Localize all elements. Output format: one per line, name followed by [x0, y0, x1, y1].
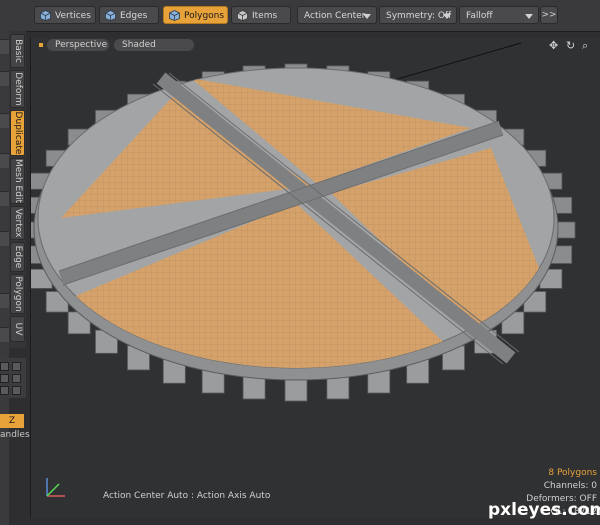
falloff-label: Falloff	[466, 11, 493, 21]
polygons-label: Polygons	[184, 11, 225, 21]
viewport-menu-dot[interactable]	[39, 43, 43, 47]
cube-icon	[169, 10, 180, 21]
vertices-label: Vertices	[55, 11, 91, 21]
panel-tool-slot[interactable]	[0, 71, 9, 86]
rotate-view-icon[interactable]: ↻	[566, 39, 575, 52]
tab-deform[interactable]: Deform	[10, 70, 25, 108]
property-toggle[interactable]	[12, 386, 21, 395]
edges-label: Edges	[120, 11, 148, 21]
viewport-header: Perspective Shaded ✥ ↻ ⌕	[31, 38, 600, 52]
panel-tool-slot[interactable]	[0, 231, 9, 246]
symmetry-label: Symmetry: Off	[386, 11, 452, 21]
action-center-status: Action Center Auto : Action Axis Auto	[103, 491, 271, 501]
tab-edge[interactable]: Edge	[10, 242, 25, 272]
tool-properties-panel	[0, 358, 26, 398]
action-center-dropdown[interactable]: Action Center	[297, 6, 377, 24]
chevron-down-icon	[525, 14, 533, 19]
panel-tool-slot[interactable]	[0, 293, 9, 308]
top-toolbar: Vertices Edges Polygons Items Action Cen…	[0, 0, 600, 32]
panel-tool-slot[interactable]	[0, 153, 9, 168]
axis-gizmo-icon	[46, 478, 65, 497]
tab-basic[interactable]: Basic	[10, 34, 25, 68]
items-label: Items	[252, 11, 278, 21]
perspective-view-button[interactable]: Perspective	[47, 39, 109, 51]
property-toggle[interactable]	[0, 374, 9, 383]
mesh-scene[interactable]	[31, 38, 600, 518]
channels-info: Channels: 0	[543, 481, 597, 491]
symmetry-dropdown[interactable]: Symmetry: Off	[379, 6, 457, 24]
panel-tool-slot[interactable]	[0, 191, 9, 206]
cube-icon	[105, 10, 116, 21]
tab-mesh-edit[interactable]: Mesh Edit	[10, 158, 25, 204]
tab-polygon[interactable]: Polygon	[10, 274, 25, 314]
cube-icon	[237, 10, 248, 21]
property-toggle[interactable]	[0, 386, 9, 395]
tab-duplicate[interactable]: Duplicate	[10, 110, 25, 156]
property-toggle[interactable]	[0, 362, 9, 371]
shading-mode-button[interactable]: Shaded	[114, 39, 194, 51]
property-toggle[interactable]	[12, 362, 21, 371]
zoom-view-icon[interactable]: ⌕	[582, 39, 588, 53]
cube-icon	[40, 10, 51, 21]
side-tab-strip: Basic Deform Duplicate Mesh Edit Vertex …	[9, 31, 26, 348]
move-view-icon[interactable]: ✥	[549, 39, 558, 52]
action-center-label: Action Center	[304, 11, 366, 21]
property-toggle[interactable]	[12, 374, 21, 383]
watermark: pxleyes.com	[488, 500, 600, 520]
handles-label: andles	[0, 430, 30, 440]
edges-mode-button[interactable]: Edges	[99, 6, 159, 24]
panel-tool-slot[interactable]	[0, 327, 9, 342]
chevron-down-icon	[443, 14, 451, 19]
panel-tool-slot[interactable]	[0, 113, 9, 128]
polygons-mode-button[interactable]: Polygons	[163, 6, 228, 24]
tab-uv[interactable]: UV	[10, 316, 25, 342]
more-tools-button[interactable]: >>	[540, 6, 558, 24]
left-tool-panel	[0, 31, 9, 525]
chevron-down-icon	[363, 14, 371, 19]
tab-vertex[interactable]: Vertex	[10, 206, 25, 240]
z-axis-button[interactable]: Z	[0, 414, 24, 428]
panel-tool-slot[interactable]	[0, 39, 9, 54]
polygon-count: 8 Polygons	[548, 468, 597, 478]
items-mode-button[interactable]: Items	[231, 6, 291, 24]
falloff-dropdown[interactable]: Falloff	[459, 6, 539, 24]
vertices-mode-button[interactable]: Vertices	[34, 6, 96, 24]
3d-viewport[interactable]: Perspective Shaded ✥ ↻ ⌕ Action Center A…	[30, 38, 600, 518]
